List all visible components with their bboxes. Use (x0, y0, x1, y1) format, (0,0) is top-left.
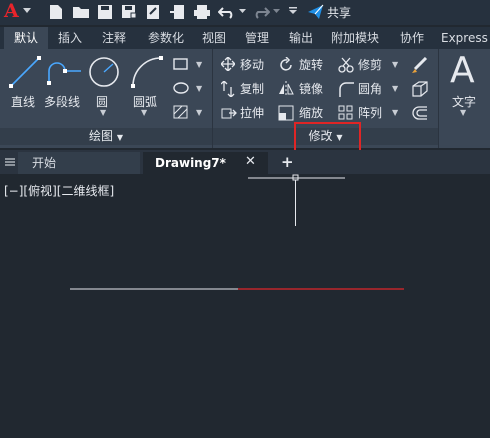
redo-icon[interactable] (252, 4, 270, 20)
drawing-tab-label: Drawing7* (155, 156, 226, 170)
rectangle-icon[interactable] (173, 57, 189, 71)
tab-default[interactable]: 默认 (4, 27, 48, 49)
array-icon (338, 105, 353, 120)
tab-collaborate[interactable]: 协作 (392, 27, 432, 49)
stretch-icon (221, 108, 237, 119)
undo-icon[interactable] (218, 4, 236, 20)
plot-icon[interactable] (193, 4, 211, 20)
arc-dropdown-icon[interactable]: ▼ (141, 108, 147, 117)
ellipse-dropdown-icon[interactable]: ▼ (196, 84, 202, 93)
copy-icon (221, 81, 235, 97)
rotate-button[interactable]: 旋转 (299, 57, 323, 73)
draw-panel-expand-icon: ▼ (116, 133, 123, 142)
hatch-ellipse-icon[interactable] (173, 81, 189, 95)
ribbon-tab-bar: 默认 插入 注释 参数化 视图 管理 输出 附加模块 协作 Express (0, 27, 490, 49)
trim-icon (338, 57, 354, 73)
text-dropdown-icon[interactable]: ▼ (460, 108, 466, 117)
array-button[interactable]: 阵列 (358, 105, 382, 121)
move-button[interactable]: 移动 (240, 57, 264, 73)
circle-dropdown-icon[interactable]: ▼ (100, 108, 106, 117)
fillet-button[interactable]: 圆角 (358, 81, 382, 97)
line-label[interactable]: 直线 (11, 93, 35, 110)
autocad-logo[interactable]: A (4, 1, 19, 21)
panel-separator (438, 49, 439, 148)
trim-button[interactable]: 修剪 (358, 57, 382, 73)
new-file-icon[interactable] (48, 4, 64, 20)
tab-view[interactable]: 视图 (195, 27, 233, 49)
quick-access-toolbar: A 共享 (0, 0, 490, 25)
erase-icon[interactable] (411, 57, 429, 75)
save-as-icon[interactable] (121, 4, 137, 20)
draw-panel-title[interactable]: 绘图 ▼ (0, 128, 212, 145)
scale-button[interactable]: 缩放 (299, 105, 323, 121)
add-tab-button[interactable]: + (281, 153, 294, 171)
tab-output[interactable]: 输出 (282, 27, 320, 49)
share-label[interactable]: 共享 (327, 4, 351, 21)
trim-dropdown-icon[interactable]: ▼ (392, 60, 398, 69)
open-folder-icon[interactable] (72, 4, 90, 20)
undo-dropdown-icon[interactable] (239, 9, 246, 25)
save-icon[interactable] (97, 4, 113, 20)
line-icon[interactable] (8, 55, 42, 89)
offset-icon[interactable] (411, 105, 429, 121)
draw-panel-title-label: 绘图 (89, 129, 114, 143)
circle-icon[interactable] (87, 55, 121, 89)
rotate-icon (280, 57, 292, 71)
tab-insert[interactable]: 插入 (51, 27, 89, 49)
tab-manage[interactable]: 管理 (238, 27, 276, 49)
arc-icon[interactable] (130, 55, 164, 89)
text-icon[interactable]: A (450, 51, 475, 91)
move-icon (221, 57, 235, 71)
tab-parametric[interactable]: 参数化 (140, 27, 192, 49)
copy-button[interactable]: 复制 (240, 81, 264, 97)
scale-icon (278, 105, 294, 121)
mirror-button[interactable]: 镜像 (299, 81, 323, 97)
tab-express[interactable]: Express (437, 27, 490, 49)
drawing-geometry (70, 174, 404, 290)
start-tab[interactable]: 开始 (18, 152, 140, 174)
tab-addins[interactable]: 附加模块 (327, 27, 383, 49)
mirror-icon (279, 81, 294, 97)
polyline-icon[interactable] (47, 57, 83, 87)
rectangle-dropdown-icon[interactable]: ▼ (196, 60, 202, 69)
start-tab-label: 开始 (32, 156, 57, 170)
menu-icon[interactable] (5, 157, 15, 167)
customize-qat-icon[interactable] (289, 7, 297, 23)
array-dropdown-icon[interactable]: ▼ (392, 108, 398, 117)
polyline-label[interactable]: 多段线 (44, 93, 80, 110)
fillet-icon (339, 82, 354, 97)
hatch-icon[interactable] (173, 105, 189, 119)
save-web-icon[interactable] (170, 4, 186, 20)
redo-dropdown-icon[interactable] (273, 9, 280, 25)
stretch-button[interactable]: 拉伸 (240, 105, 264, 121)
share-icon[interactable] (307, 4, 324, 20)
fillet-dropdown-icon[interactable]: ▼ (392, 84, 398, 93)
document-tab-bar: 开始 Drawing7* ✕ + (0, 150, 490, 174)
explode-icon[interactable] (411, 81, 429, 97)
hatch-dropdown-icon[interactable]: ▼ (196, 108, 202, 117)
open-web-icon[interactable] (145, 4, 161, 20)
close-tab-icon[interactable]: ✕ (245, 154, 256, 169)
tab-annotate[interactable]: 注释 (95, 27, 133, 49)
app-menu-caret-icon[interactable] (23, 8, 31, 24)
